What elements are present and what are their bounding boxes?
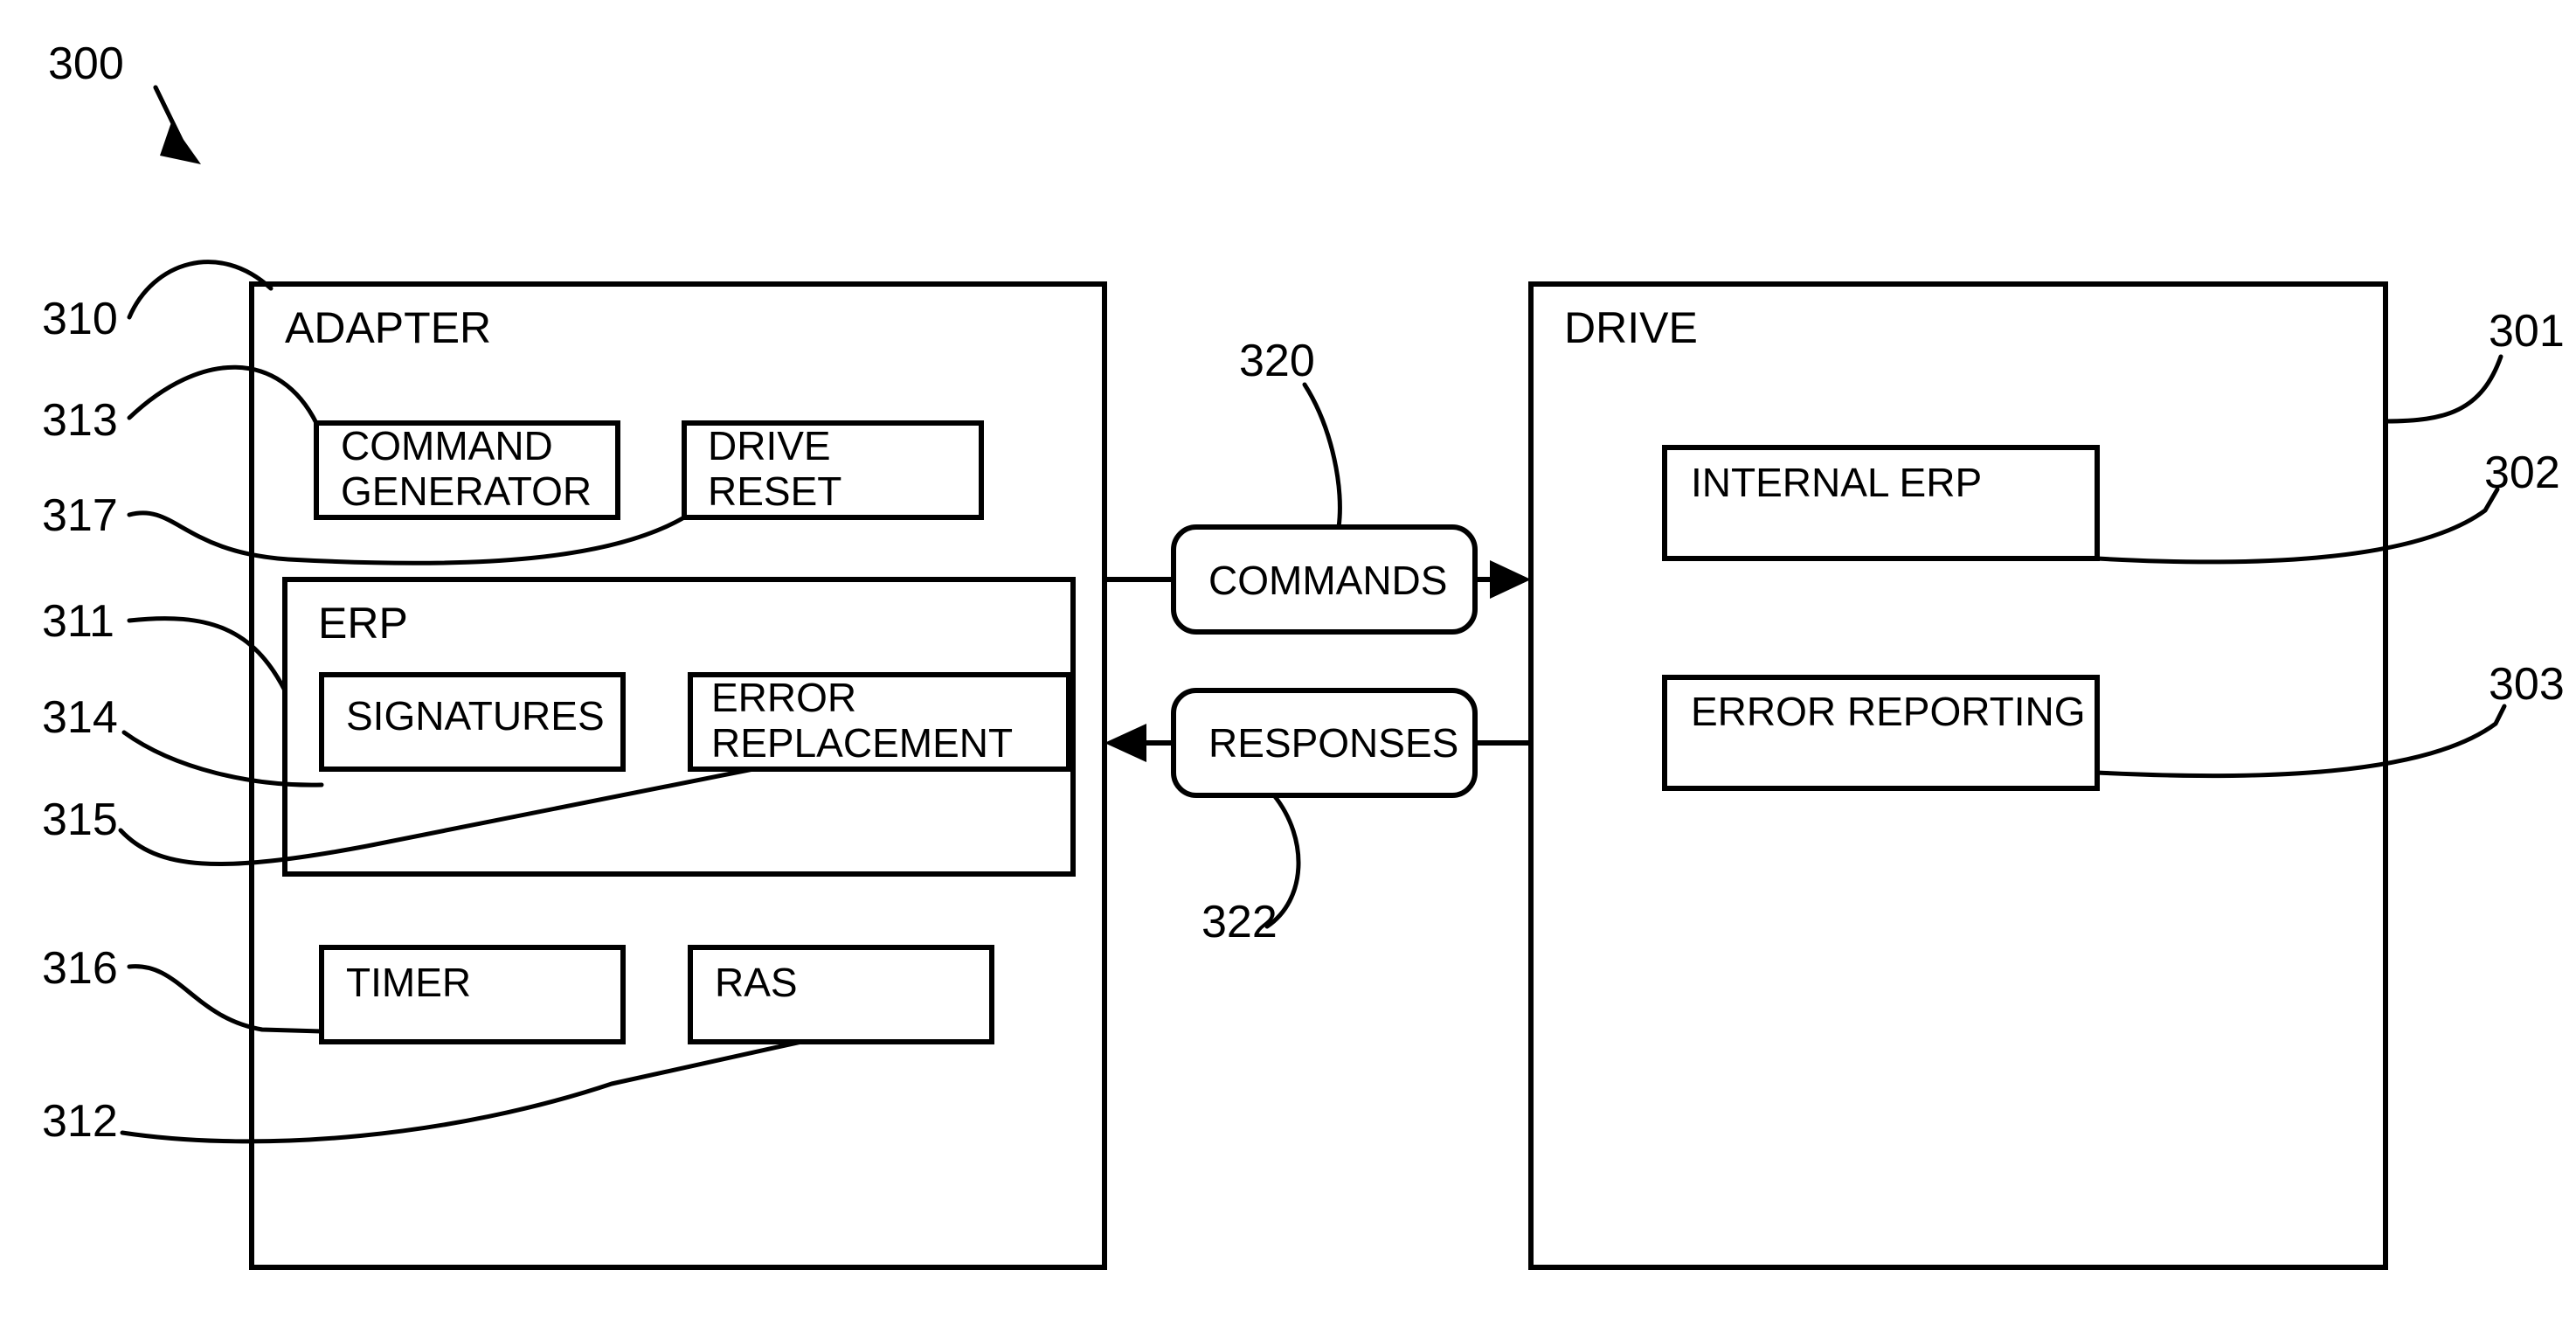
- adapter-title: ADAPTER: [285, 303, 491, 352]
- patent-figure-300: 300 310 313 317 311 314 315 316 312 320 …: [0, 0, 2576, 1325]
- ref-label-316: 316: [42, 943, 118, 994]
- commands-arrowhead: [1490, 560, 1531, 599]
- command-generator-label-line2: GENERATOR: [341, 468, 592, 514]
- ref-label-301: 301: [2489, 306, 2565, 357]
- ref-label-300: 300: [48, 38, 124, 89]
- ref-label-314: 314: [42, 692, 118, 743]
- ras-label: RAS: [715, 960, 798, 1005]
- responses-label: RESPONSES: [1208, 720, 1458, 766]
- signatures-label: SIGNATURES: [346, 693, 605, 739]
- error-reporting-label: ERROR REPORTING: [1691, 689, 2086, 734]
- internal-erp-label: INTERNAL ERP: [1691, 460, 1982, 505]
- ref-label-303: 303: [2489, 659, 2565, 710]
- ref-label-310: 310: [42, 294, 118, 344]
- error-replacement-label-line2: REPLACEMENT: [711, 720, 1013, 766]
- leader-line-301: [2383, 354, 2503, 424]
- figure-callout-arrow: [153, 85, 201, 164]
- timer-label: TIMER: [346, 960, 471, 1005]
- ref-label-312: 312: [42, 1096, 118, 1147]
- drive-title: DRIVE: [1564, 303, 1698, 352]
- drive-reset-label-line1: DRIVE: [708, 423, 831, 468]
- erp-title: ERP: [318, 599, 408, 648]
- ref-label-311: 311: [42, 596, 114, 647]
- ref-label-320: 320: [1239, 336, 1315, 386]
- ref-label-315: 315: [42, 794, 118, 845]
- responses-arrowhead: [1104, 724, 1146, 762]
- ref-label-313: 313: [42, 395, 118, 446]
- command-generator-label-line1: COMMAND: [341, 423, 553, 468]
- ref-label-322: 322: [1201, 897, 1278, 947]
- ref-label-302: 302: [2484, 447, 2560, 498]
- leader-line-320: [1302, 382, 1342, 530]
- error-replacement-label-line1: ERROR: [711, 675, 856, 720]
- ref-label-317: 317: [42, 490, 118, 541]
- commands-label: COMMANDS: [1208, 558, 1447, 603]
- drive-reset-label-line2: RESET: [708, 468, 841, 514]
